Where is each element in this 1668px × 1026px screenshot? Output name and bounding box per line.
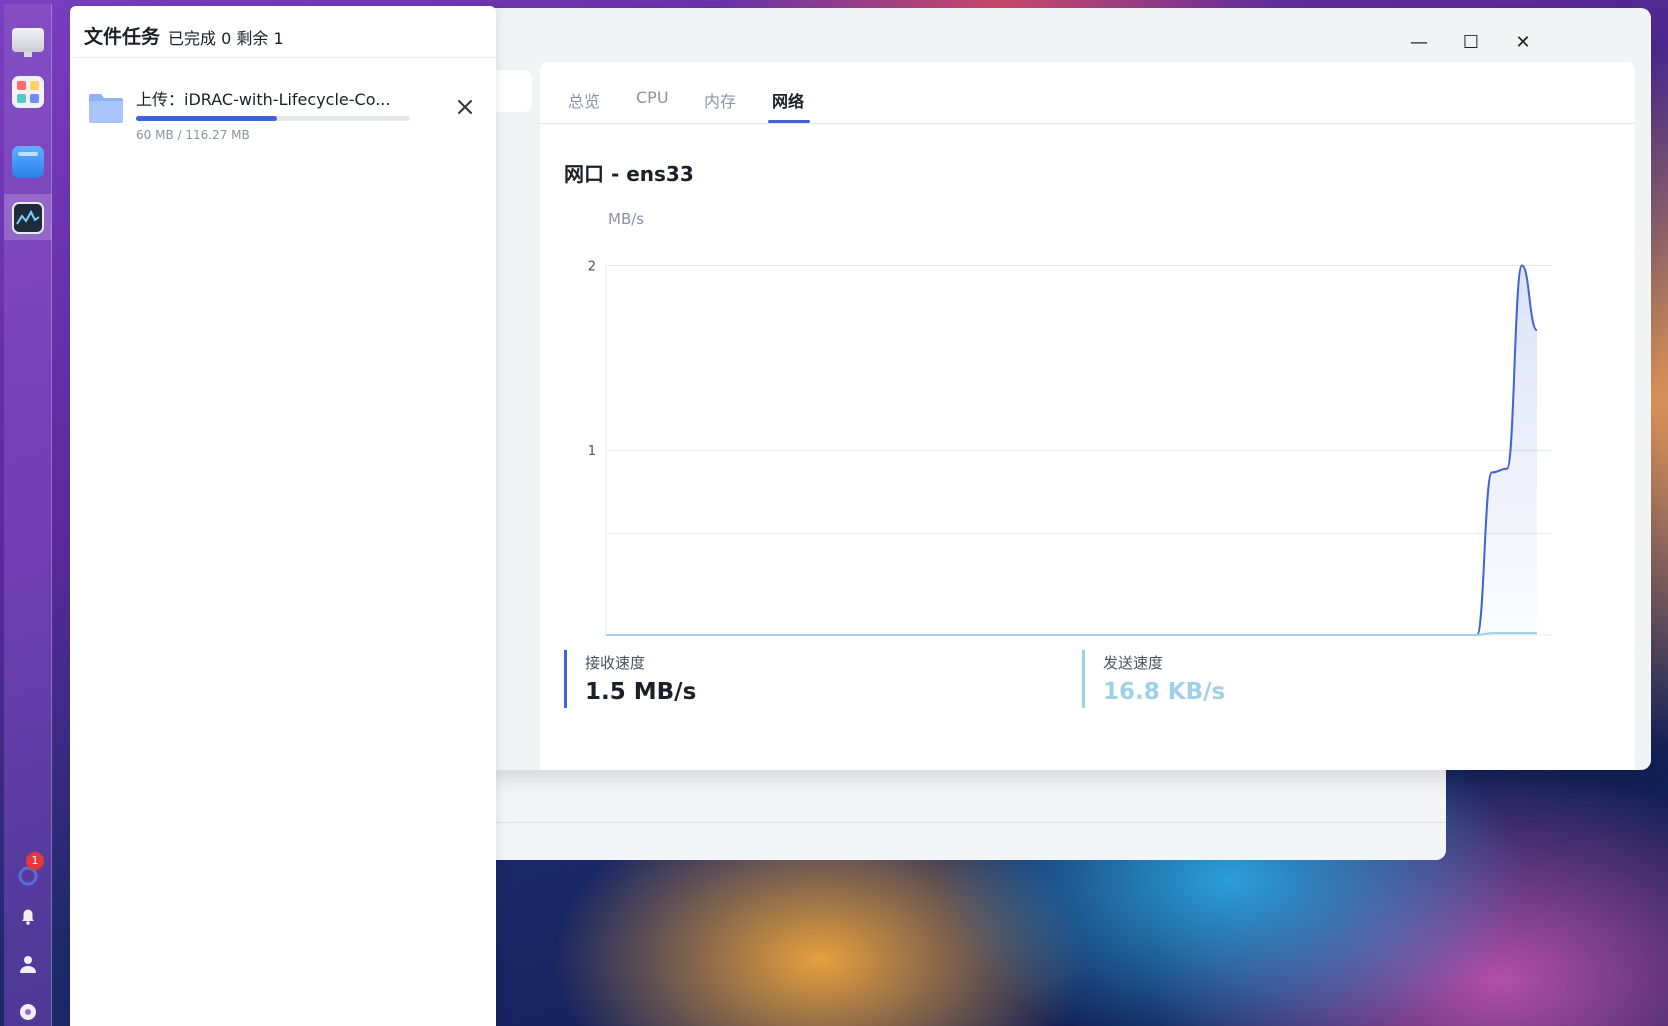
close-button[interactable]: ✕ [1510,30,1536,56]
bell-icon[interactable] [16,904,40,928]
receive-label: 接收速度 [585,654,646,672]
user-icon[interactable] [16,952,40,976]
send-stat: 发送速度 16.8 KB/s [1082,650,1225,708]
task-progress-fill [136,116,278,121]
maximize-button[interactable]: ☐ [1458,30,1484,56]
resource-monitor-icon[interactable] [12,202,44,234]
task-item[interactable]: 上传：iDRAC-with-Lifecycle-Co... 60 MB / 11… [70,66,496,146]
send-line [606,632,1537,637]
resource-monitor-window: — ☐ ✕ 总览 CPU 内存 网络 网口 - ens33 MB/s 12 接收… [466,8,1651,770]
divider [466,822,1446,823]
tab-memory[interactable]: 内存 [704,88,736,112]
tasks-title: 文件任务 [84,26,161,48]
minimize-button[interactable]: — [1406,30,1432,56]
gear-icon[interactable] [16,1000,40,1024]
send-value: 16.8 KB/s [1103,679,1226,705]
desktop-icon[interactable] [12,28,44,57]
network-chart: 12 [588,259,1552,637]
folder-icon [89,94,123,123]
file-tasks-panel: 文件任务 已完成 0 剩余 1 上传：iDRAC-with-Lifecycle-… [70,6,496,1026]
active-tab-indicator [768,120,810,123]
file-manager-icon[interactable] [12,146,44,178]
receive-value: 1.5 MB/s [585,679,697,705]
chart-unit-label: MB/s [608,210,645,228]
task-progress-bar [136,116,410,121]
tab-network[interactable]: 网络 [772,88,804,112]
tab-overview[interactable]: 总览 [568,88,600,112]
tab-bar: 总览 CPU 内存 网络 [540,62,1635,124]
tasks-header: 文件任务 已完成 0 剩余 1 [70,6,496,58]
send-label: 发送速度 [1103,654,1164,672]
y-tick-label: 1 [588,444,596,459]
dock [4,4,52,1026]
receive-stat: 接收速度 1.5 MB/s [564,650,696,708]
tasks-status: 已完成 0 剩余 1 [168,29,284,48]
notification-badge: 1 [26,852,44,870]
network-panel: 总览 CPU 内存 网络 网口 - ens33 MB/s 12 接收速度 1.5… [540,62,1635,770]
interface-title: 网口 - ens33 [564,162,694,186]
y-tick-label: 2 [588,259,596,274]
task-size: 60 MB / 116.27 MB [136,128,250,142]
task-file-name: 上传：iDRAC-with-Lifecycle-Co... [136,90,391,109]
app-center-icon[interactable] [12,76,44,108]
tab-cpu[interactable]: CPU [636,88,669,107]
cancel-task-icon[interactable] [454,96,476,118]
